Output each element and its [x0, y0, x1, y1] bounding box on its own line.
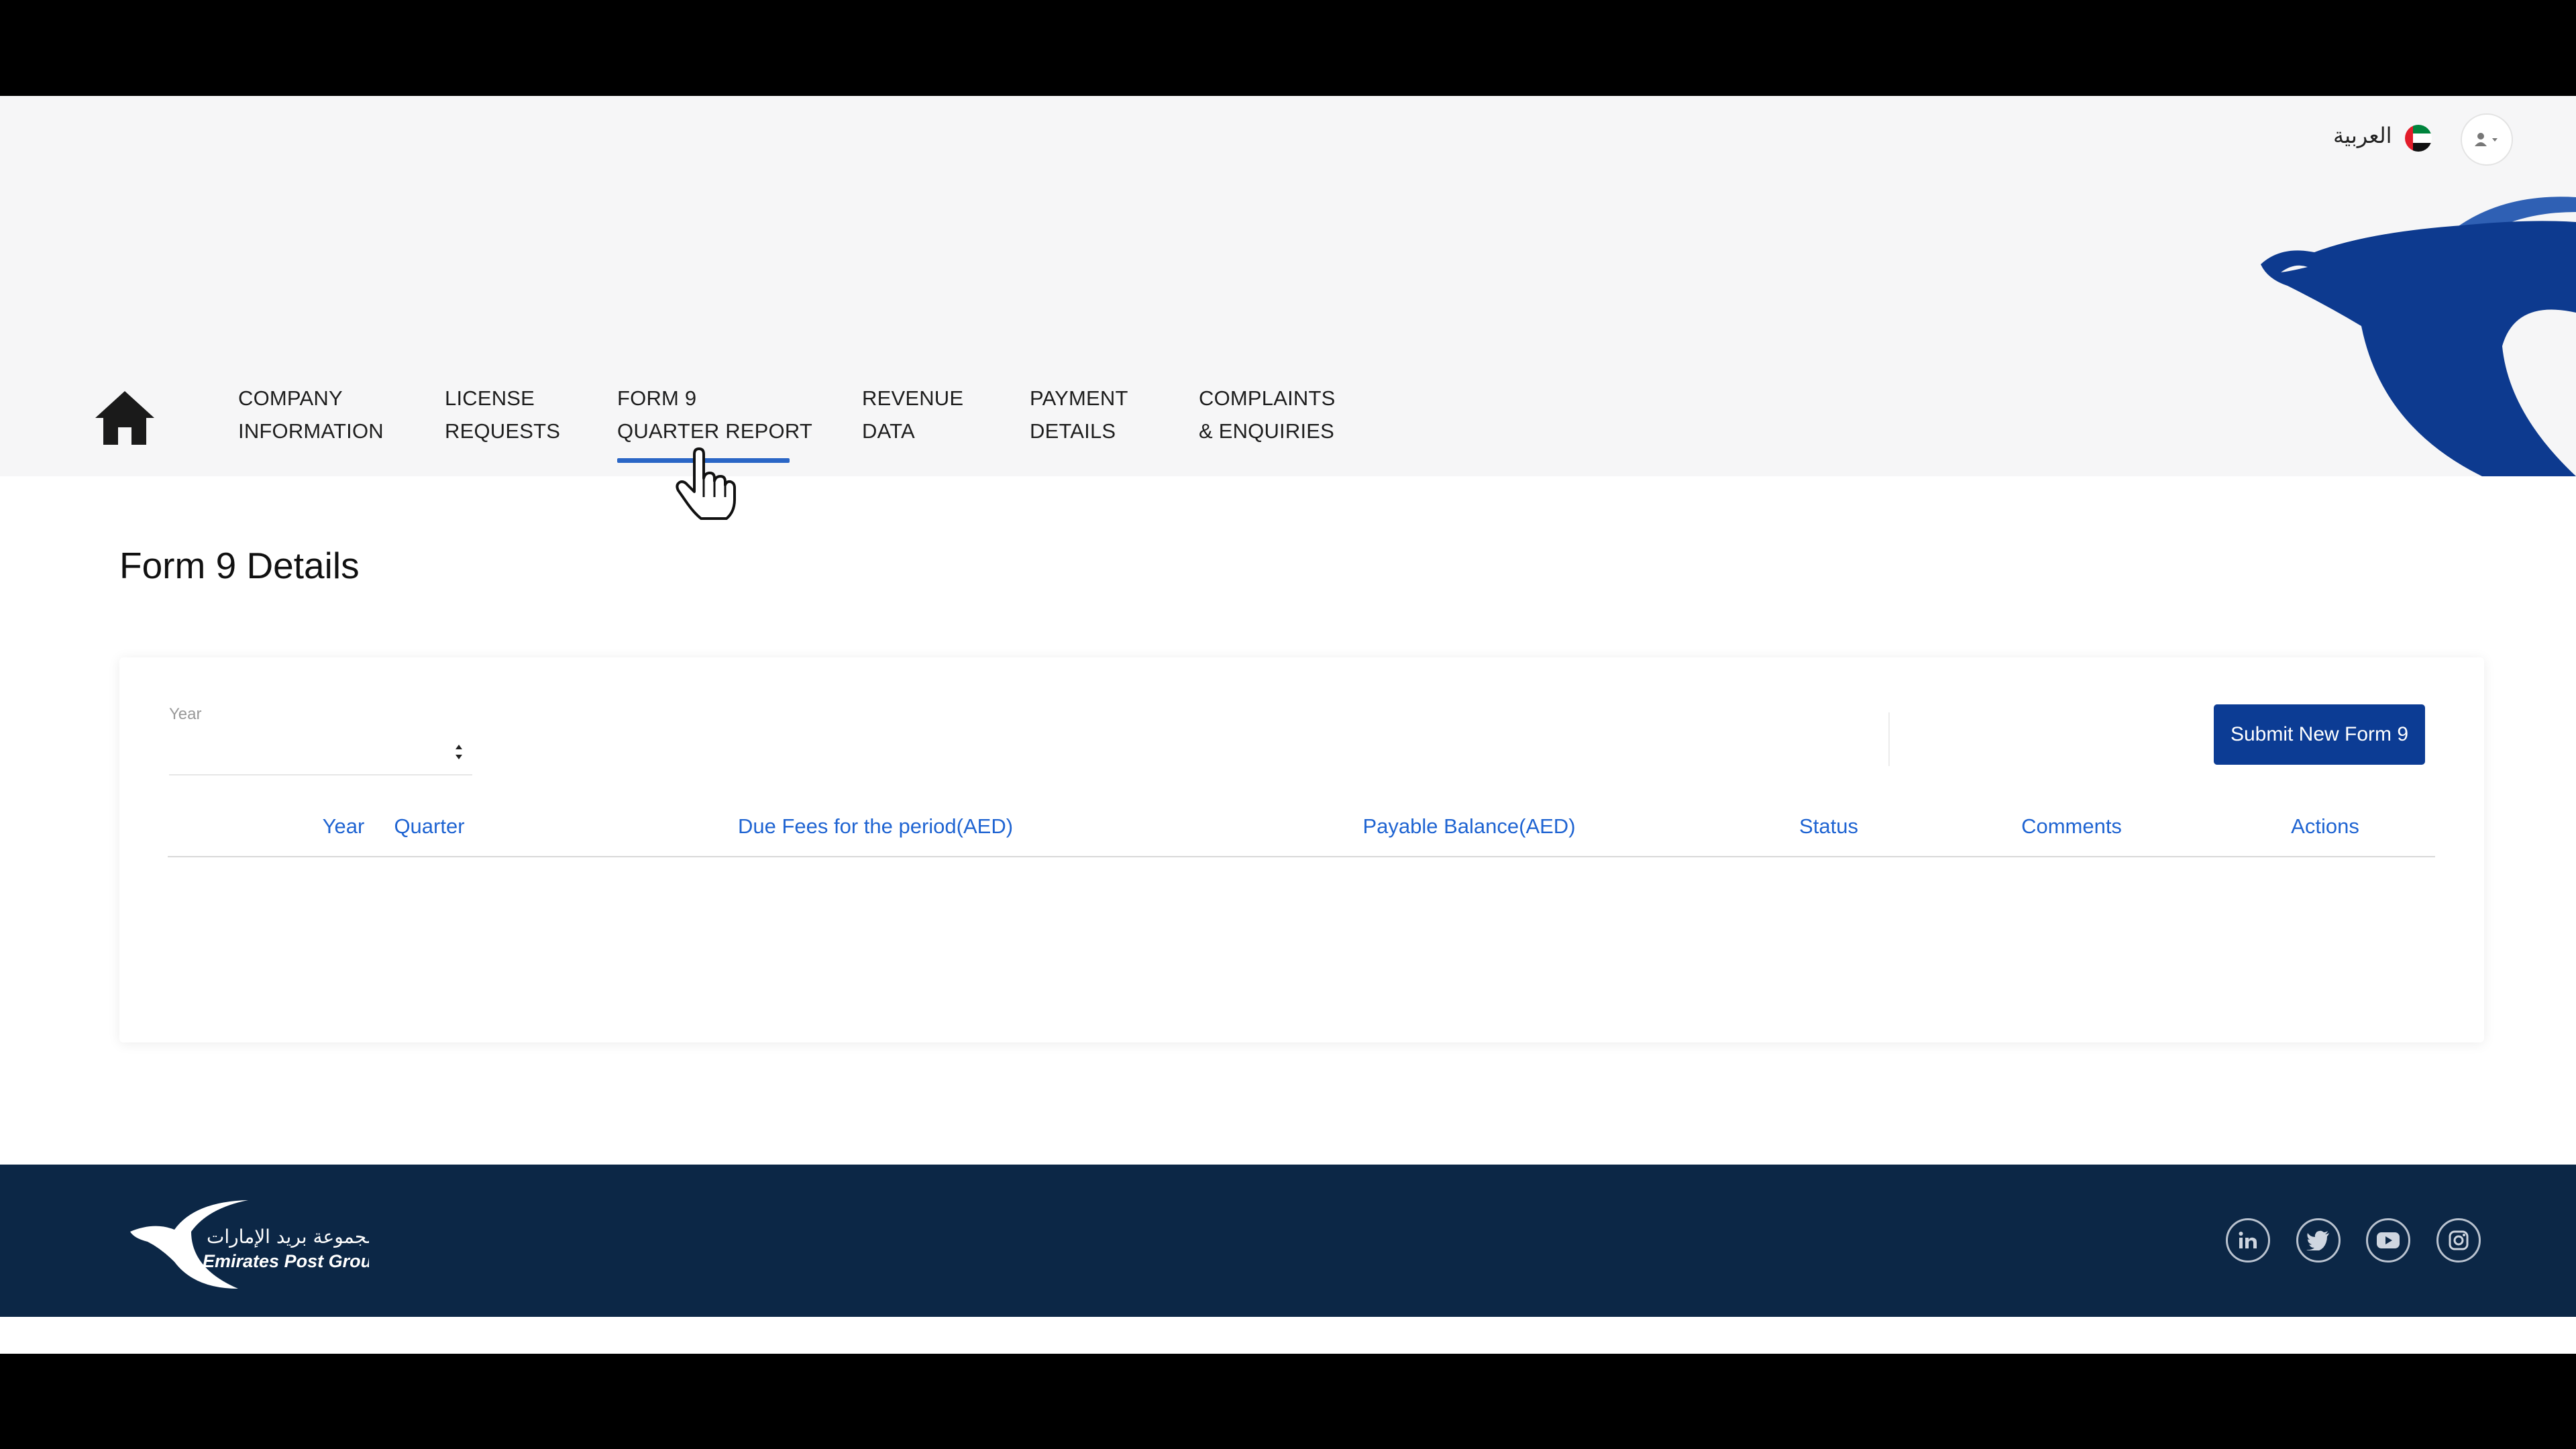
letterbox-top [0, 0, 2576, 96]
form9-card: Year Submit New Form 9 Year Quarter Due … [119, 657, 2484, 1042]
nav-complaints-enquiries[interactable]: COMPLAINTS & ENQUIRIES [1199, 382, 1336, 447]
column-header-status[interactable]: Status [1799, 814, 1858, 839]
page-title: Form 9 Details [119, 545, 360, 586]
home-icon[interactable] [94, 390, 156, 446]
year-filter-label: Year [169, 705, 202, 723]
user-icon [2475, 133, 2498, 146]
nav-company-information[interactable]: COMPANY INFORMATION [238, 382, 384, 447]
header: العربية COMPANY INFORMATION LICENSE REQU… [0, 96, 2576, 476]
linkedin-icon[interactable] [2226, 1218, 2270, 1263]
uae-flag-icon[interactable] [2405, 125, 2432, 152]
user-menu-button[interactable] [2461, 113, 2513, 166]
column-header-year[interactable]: Year [323, 814, 365, 839]
language-switch[interactable]: العربية [2333, 123, 2392, 148]
column-header-comments[interactable]: Comments [2021, 814, 2122, 839]
column-header-due-fees[interactable]: Due Fees for the period(AED) [738, 814, 1013, 839]
submit-new-form9-button[interactable]: Submit New Form 9 [2214, 704, 2425, 765]
twitter-icon[interactable] [2296, 1218, 2341, 1263]
nav-revenue-data[interactable]: REVENUE DATA [862, 382, 963, 447]
column-header-actions[interactable]: Actions [2291, 814, 2359, 839]
emirates-post-logo[interactable]: مجموعة بريد الإمارات Emirates Post Group [127, 1195, 369, 1292]
nav-form9-quarter-report[interactable]: FORM 9 QUARTER REPORT [617, 382, 812, 447]
youtube-icon[interactable] [2366, 1218, 2410, 1263]
instagram-icon[interactable] [2436, 1218, 2481, 1263]
nav-license-requests[interactable]: LICENSE REQUESTS [445, 382, 560, 447]
falcon-logo-decoration [2261, 197, 2576, 476]
sort-arrows-icon [455, 745, 462, 759]
year-select[interactable] [169, 731, 472, 775]
svg-text:Emirates Post Group: Emirates Post Group [203, 1251, 369, 1271]
app-window: العربية COMPANY INFORMATION LICENSE REQU… [0, 96, 2576, 1354]
letterbox-bottom [0, 1354, 2576, 1449]
footer: مجموعة بريد الإمارات Emirates Post Group [0, 1165, 2576, 1317]
column-header-quarter[interactable]: Quarter [394, 814, 464, 839]
hand-cursor-icon [676, 447, 736, 520]
svg-text:مجموعة بريد الإمارات: مجموعة بريد الإمارات [207, 1226, 369, 1248]
column-header-payable-balance[interactable]: Payable Balance(AED) [1362, 814, 1575, 839]
nav-payment-details[interactable]: PAYMENT DETAILS [1030, 382, 1128, 447]
divider [1888, 712, 1890, 766]
table-header: Year Quarter Due Fees for the period(AED… [168, 805, 2435, 857]
